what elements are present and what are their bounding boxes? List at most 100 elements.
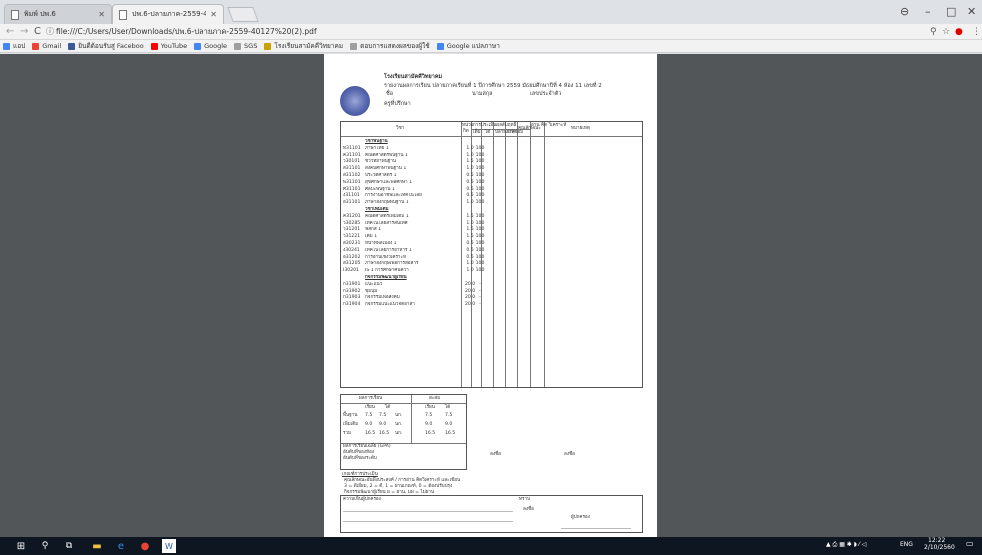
start-icon[interactable]: ⊞ (14, 539, 28, 553)
zoom-icon[interactable]: ⚲ (930, 25, 937, 39)
search-icon[interactable]: ⚲ (38, 539, 52, 553)
subject-code: ส31101 (343, 166, 361, 172)
summary-cell: 7.5 (365, 413, 373, 418)
bookmark-label: แอป (13, 42, 26, 50)
bookmark-item[interactable]: Gmail (32, 42, 61, 50)
opinion-line (343, 521, 513, 522)
header-full: เต็ม (473, 130, 481, 135)
subject-code: ก31901 (343, 281, 361, 287)
bookmark-label: Gmail (42, 42, 62, 50)
rank-level: อันดับที่ของระดับ (343, 456, 377, 461)
opinion-line (343, 511, 513, 512)
address-bar[interactable]: file:///C:/Users/User/Downloads/ปพ.6-ปลา… (56, 25, 317, 38)
school-name: โรงเรียนสามัคคีวิทยาคม (384, 74, 443, 80)
summary-row: พื้นฐาน 7.5 7.5 นก. 7.5 7.5 (341, 413, 466, 421)
subject-hrs: 100 (475, 213, 485, 219)
file-explorer-icon[interactable]: ▬ (90, 539, 104, 553)
subject-hrs: 100 (475, 200, 485, 206)
summary-cell: 9.0 (445, 422, 453, 427)
school-emblem-icon (340, 86, 370, 116)
subject-name: การอ่านเชิงวิเคราะห์ (365, 254, 407, 260)
back-button[interactable]: ← (6, 24, 14, 40)
language-indicator[interactable]: ENG (900, 542, 913, 548)
subject-name: ศิลปะพื้นฐาน 1 (365, 186, 395, 192)
word-icon[interactable]: W (162, 539, 176, 553)
bookmark-icon (194, 42, 202, 50)
bookmark-icon (32, 42, 40, 50)
header-subject: วิชา (396, 126, 405, 131)
profile-icon[interactable]: ⊖ (900, 5, 909, 18)
tab-strip: พิมพ์ ปพ.6 ✕ ปพ.6-ปลายภาค-2559-401 ✕ ⊖ –… (0, 0, 982, 24)
pdf-viewer: โรงเรียนสามัคคีวิทยาคม รายงานผลการเรียน … (0, 54, 982, 537)
extension-icon[interactable]: ● (955, 25, 963, 39)
new-tab-button[interactable] (227, 7, 259, 22)
summary-cell: นก. (395, 413, 403, 418)
summary-row: รวม 16.5 16.5 นก. 16.5 16.5 (341, 431, 466, 439)
reload-button[interactable]: C (34, 24, 41, 40)
subject-hrs: 100 (475, 241, 485, 246)
star-icon[interactable]: ☆ (942, 25, 950, 39)
close-icon[interactable]: ✕ (210, 10, 217, 19)
sign-director: ลงชื่อ (564, 452, 575, 457)
bookmark-item[interactable]: โรงเรียนสามัคคีวิทยาคม (264, 41, 343, 51)
subject-name: แนะแนว (365, 281, 383, 287)
close-icon[interactable]: ✕ (98, 10, 105, 19)
bookmark-item[interactable]: YouTube (150, 42, 187, 50)
subject-unit: 1.0 (466, 268, 474, 274)
summary-cell: นก. (395, 431, 403, 436)
close-window-button[interactable]: ✕ (967, 5, 976, 18)
tray-icons[interactable]: ▲ ⎙ ▦ ✱ ◗ ⁄ ◁ (826, 542, 866, 548)
bookmark-icon (436, 42, 444, 50)
bookmark-icon (234, 42, 242, 50)
bookmark-item[interactable]: ยินดีต้อนรับสู่ Faceboo (68, 41, 144, 51)
summary-cell: 7.5 (445, 413, 453, 418)
clock-date[interactable]: 2/10/2560 (924, 545, 955, 551)
header-divider (341, 136, 642, 137)
minimize-button[interactable]: – (925, 5, 931, 18)
summary-table: ผลการเรียน สะสม เรียน ได้ เรียน ได้ พื้น… (340, 394, 467, 470)
bookmark-item[interactable]: Google (194, 42, 227, 50)
subject-name: กิจกรรมพัฒนาผู้เรียน (365, 275, 407, 280)
bookmark-icon (3, 42, 10, 50)
parent-opinion: ความเห็นผู้ปกครอง (343, 497, 381, 502)
notification-icon[interactable]: ▭ (966, 540, 974, 548)
subject-code: พ31101 (343, 179, 361, 185)
tab-label: พิมพ์ ปพ.6 (24, 10, 56, 18)
sign-teacher: ลงชื่อ (490, 452, 501, 457)
summary-cell: 9.0 (365, 422, 373, 427)
tab-pdf[interactable]: ปพ.6-ปลายภาค-2559-401 ✕ (112, 4, 224, 24)
chrome-icon[interactable]: ● (138, 539, 152, 553)
edge-icon[interactable]: e (114, 539, 128, 553)
bookmark-item[interactable]: Google แปลภาษา (436, 41, 500, 51)
maximize-button[interactable]: □ (946, 5, 956, 18)
subject-name: หน้าที่พลเมือง 1 (365, 241, 397, 246)
header-remark: หมายเหตุ (571, 126, 590, 131)
subject-code: อ31101 (343, 200, 361, 206)
subject-name: ภาษาอังกฤษพื้นฐาน 1 (365, 200, 409, 206)
subject-unit: 0.5 (466, 173, 474, 178)
info-icon[interactable]: ⓘ (46, 25, 54, 39)
bookmark-label: Google (204, 42, 228, 50)
subject-unit: 0.5 (466, 241, 474, 246)
subject-code: ง30241 (343, 247, 360, 253)
report-line: รายงานผลการเรียน ปลายภาคเรียนที่ 1 ปีการ… (384, 83, 602, 89)
bookmark-item[interactable]: ตอบการแสดงผลของผู้ใช้ (350, 41, 430, 51)
bookmark-item[interactable]: แอป (3, 41, 25, 51)
task-view-icon[interactable]: ⧉ (62, 539, 76, 553)
subject-hrs: 100 (475, 173, 485, 178)
subject-name: วิชาพื้นฐาน (365, 139, 388, 144)
subject-name: วิชาเพิ่มเติม (365, 207, 389, 212)
grade-table: วิชา หน่วย กิต การประเมินผลสัมฤทธิ์ เต็ม… (340, 121, 643, 388)
subject-name: เทคโนโลยีสารสนเทศ (365, 220, 408, 226)
bookmark-item[interactable]: SGS (234, 42, 257, 50)
tab-print[interactable]: พิมพ์ ปพ.6 ✕ (4, 4, 112, 24)
summary-row: เพิ่มเติม 9.0 9.0 นก. 9.0 9.0 (341, 422, 466, 430)
tab-label: ปพ.6-ปลายภาค-2559-401 (132, 10, 207, 18)
subject-hrs: 100 (475, 145, 485, 151)
summary-cell: 16.5 (365, 431, 376, 436)
menu-icon[interactable]: ⋮ (972, 25, 981, 39)
bookmark-label: Google แปลภาษา (446, 42, 500, 50)
forward-button[interactable]: → (20, 24, 28, 40)
subject-code: ส31102 (343, 173, 361, 178)
subject-unit: 20.0 (465, 281, 476, 287)
